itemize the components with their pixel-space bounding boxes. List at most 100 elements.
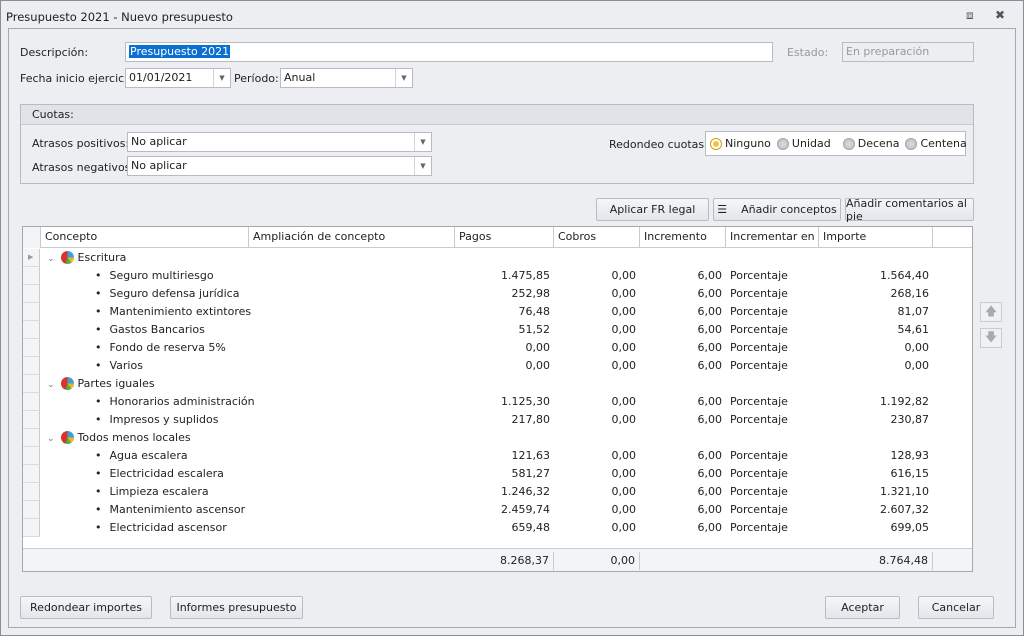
group-row[interactable]: ⌄ Partes iguales xyxy=(23,375,972,393)
row-indicator[interactable] xyxy=(23,321,40,339)
concepto-cell: Fondo de reserva 5% xyxy=(109,341,226,354)
row-indicator[interactable] xyxy=(23,375,40,393)
incrementar-en-cell: Porcentaje xyxy=(730,341,788,354)
collapse-chevron-icon[interactable]: ⌄ xyxy=(47,380,55,390)
importe-cell: 268,16 xyxy=(890,287,930,300)
pie-chart-icon xyxy=(60,251,74,264)
row-indicator[interactable] xyxy=(23,429,40,447)
col-cobros[interactable]: Cobros xyxy=(554,227,640,248)
table-row[interactable]: • Honorarios administración 1.125,30 0,00 6,… xyxy=(23,393,972,411)
atrasos-negativos-select[interactable]: No aplicar ▼ xyxy=(127,156,432,176)
move-up-button[interactable]: 🡅 xyxy=(980,302,1002,322)
importe-cell: 128,93 xyxy=(890,449,930,462)
arrow-up-icon: 🡅 xyxy=(984,303,998,318)
descripcion-input[interactable]: Presupuesto 2021 xyxy=(125,42,773,62)
radio-decena[interactable]: Decena xyxy=(842,137,899,150)
atrasos-positivos-select[interactable]: No aplicar ▼ xyxy=(127,132,432,152)
table-row[interactable]: • Limpieza escalera 1.246,32 0,00 6,00 Porcen… xyxy=(23,483,972,501)
restore-icon[interactable]: ⧈ xyxy=(966,8,974,23)
cobros-cell: 0,00 xyxy=(611,395,637,408)
pagos-cell: 121,63 xyxy=(511,449,551,462)
move-down-button[interactable]: 🡇 xyxy=(980,328,1002,348)
col-ampliacion[interactable]: Ampliación de concepto xyxy=(249,227,455,248)
row-indicator[interactable] xyxy=(23,303,40,321)
row-indicator[interactable] xyxy=(23,393,40,411)
incrementar-en-cell: Porcentaje xyxy=(730,485,788,498)
col-incremento[interactable]: Incremento xyxy=(640,227,726,248)
col-concepto[interactable]: Concepto xyxy=(41,227,249,248)
radio-unchecked-icon xyxy=(842,137,855,150)
collapse-chevron-icon[interactable]: ⌄ xyxy=(47,434,55,444)
grid-header: Concepto Ampliación de concepto Pagos Co… xyxy=(23,227,972,248)
incrementar-en-cell: Porcentaje xyxy=(730,449,788,462)
anadir-conceptos-button[interactable]: ☰ Añadir conceptos xyxy=(713,198,841,221)
row-indicator[interactable]: ▶ xyxy=(23,249,40,267)
redondear-importes-button[interactable]: Redondear importes xyxy=(20,596,152,619)
row-indicator[interactable] xyxy=(23,285,40,303)
incrementar-en-cell: Porcentaje xyxy=(730,521,788,534)
col-importe[interactable]: Importe xyxy=(819,227,933,248)
col-pagos[interactable]: Pagos xyxy=(455,227,554,248)
row-indicator[interactable] xyxy=(23,519,40,537)
anadir-conceptos-label: Añadir conceptos xyxy=(741,203,837,216)
estado-field: En preparación xyxy=(842,42,974,62)
col-incrementar-en[interactable]: Incrementar en xyxy=(726,227,819,248)
incrementar-en-cell: Porcentaje xyxy=(730,287,788,300)
collapse-chevron-icon[interactable]: ⌄ xyxy=(47,254,55,264)
row-indicator[interactable] xyxy=(23,411,40,429)
table-row[interactable]: • Mantenimiento ascensor 2.459,74 0,00 6,00 P… xyxy=(23,501,972,519)
table-row[interactable]: • Impresos y suplidos 217,80 0,00 6,00 Porcen… xyxy=(23,411,972,429)
bullet-icon: • xyxy=(95,359,102,372)
radio-unidad[interactable]: Unidad xyxy=(776,137,831,150)
importe-cell: 1.564,40 xyxy=(880,269,929,282)
group-row[interactable]: ⌄ Todos menos locales xyxy=(23,429,972,447)
table-row[interactable]: • Electricidad escalera 581,27 0,00 6,00 Porc… xyxy=(23,465,972,483)
conceptos-grid[interactable]: Concepto Ampliación de concepto Pagos Co… xyxy=(22,226,973,572)
informes-presupuesto-button[interactable]: Informes presupuesto xyxy=(170,596,303,619)
row-indicator[interactable] xyxy=(23,465,40,483)
table-row[interactable]: • Gastos Bancarios 51,52 0,00 6,00 Porcentaje… xyxy=(23,321,972,339)
bullet-icon: • xyxy=(95,521,102,534)
row-indicator[interactable] xyxy=(23,447,40,465)
fecha-input[interactable]: 01/01/2021 ▼ xyxy=(125,68,231,88)
chevron-down-icon[interactable]: ▼ xyxy=(414,157,431,175)
cobros-cell: 0,00 xyxy=(611,359,637,372)
chevron-down-icon[interactable]: ▼ xyxy=(414,133,431,151)
arrow-down-icon: 🡇 xyxy=(984,329,998,344)
row-indicator[interactable] xyxy=(23,339,40,357)
group-label: Escritura xyxy=(77,251,127,264)
bullet-icon: • xyxy=(95,467,102,480)
row-indicator[interactable] xyxy=(23,357,40,375)
pagos-cell: 1.246,32 xyxy=(501,485,550,498)
table-row[interactable]: • Agua escalera 121,63 0,00 6,00 Porcentaje 12… xyxy=(23,447,972,465)
pagos-cell: 1.125,30 xyxy=(501,395,550,408)
chevron-down-icon[interactable]: ▼ xyxy=(213,69,230,87)
aceptar-button[interactable]: Aceptar xyxy=(825,596,900,619)
table-row[interactable]: • Fondo de reserva 5% 0,00 0,00 6,00 Porcenta… xyxy=(23,339,972,357)
bullet-icon: • xyxy=(95,449,102,462)
atrasos-negativos-value: No aplicar xyxy=(131,159,187,172)
table-row[interactable]: • Varios 0,00 0,00 6,00 Porcentaje 0,00 xyxy=(23,357,972,375)
aplicar-fr-legal-button[interactable]: Aplicar FR legal xyxy=(596,198,709,221)
anadir-comentarios-button[interactable]: Añadir comentarios al pie xyxy=(845,197,974,223)
row-indicator[interactable] xyxy=(23,483,40,501)
group-row[interactable]: ▶ ⌄ Escritura xyxy=(23,249,972,267)
table-row[interactable]: • Electricidad ascensor 659,48 0,00 6,00 Porc… xyxy=(23,519,972,537)
close-icon[interactable]: ✖ xyxy=(995,8,1005,22)
table-row[interactable]: • Seguro defensa jurídica 252,98 0,00 6,00 Po… xyxy=(23,285,972,303)
pagos-cell: 51,52 xyxy=(518,323,551,336)
atrasos-positivos-value: No aplicar xyxy=(131,135,187,148)
table-row[interactable]: • Mantenimiento extintores 76,48 0,00 6,00 Po… xyxy=(23,303,972,321)
chevron-down-icon[interactable]: ▼ xyxy=(395,69,412,87)
table-row[interactable]: • Seguro multiriesgo 1.475,85 0,00 6,00 Porce… xyxy=(23,267,972,285)
row-indicator[interactable] xyxy=(23,501,40,519)
radio-label: Ninguno xyxy=(725,137,771,150)
row-indicator[interactable] xyxy=(23,267,40,285)
radio-centena[interactable]: Centena xyxy=(905,137,967,150)
cancelar-button[interactable]: Cancelar xyxy=(918,596,994,619)
header-indicator xyxy=(23,227,41,248)
radio-ninguno[interactable]: Ninguno xyxy=(710,137,771,150)
periodo-select[interactable]: Anual ▼ xyxy=(280,68,413,88)
concepto-cell: Impresos y suplidos xyxy=(109,413,219,426)
incrementar-en-cell: Porcentaje xyxy=(730,467,788,480)
